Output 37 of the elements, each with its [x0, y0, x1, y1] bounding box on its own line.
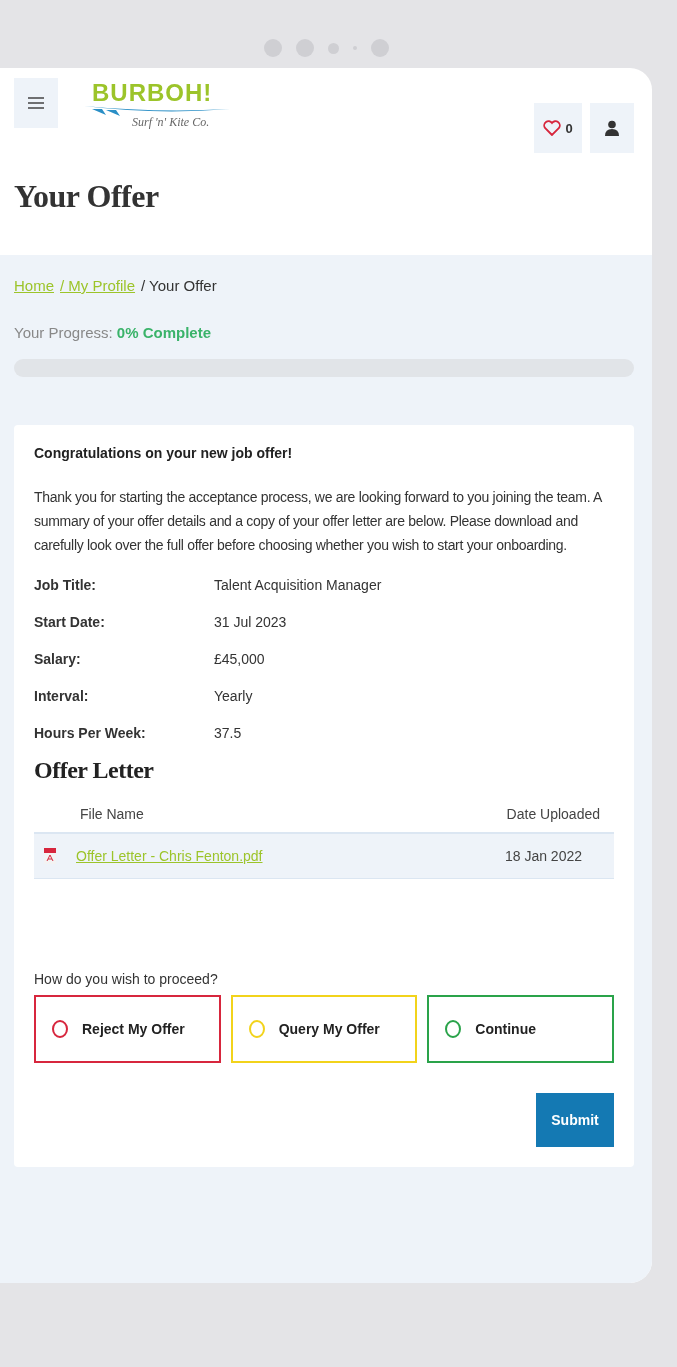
intro-paragraph: Thank you for starting the acceptance process, we are looking forward to you joining the team. A summary of your offer details and a copy of your offer letter are below. Please download and carefully look over the full offer before choosing whether you wish to start your onboarding.	[34, 488, 603, 555]
heart-icon	[543, 120, 562, 136]
detail-value: 37.5	[214, 725, 243, 741]
radio-icon	[52, 1020, 68, 1038]
detail-label: Interval:	[34, 688, 90, 704]
menu-icon	[28, 97, 44, 109]
option-button[interactable]: Reject My Offer	[34, 995, 221, 1063]
page-title: Your Offer	[13, 178, 160, 216]
card-heading: Congratulations on your new job offer!	[34, 445, 294, 461]
detail-value: £45,000	[214, 651, 266, 667]
column-header: File Name	[80, 806, 144, 822]
detail-label: Salary:	[34, 651, 82, 667]
radio-icon	[445, 1020, 462, 1038]
radio-icon	[248, 1020, 265, 1038]
option-button[interactable]: Continue	[427, 995, 614, 1063]
detail-label: Start Date:	[34, 614, 106, 630]
pdf-file-icon	[44, 848, 56, 864]
table-cell: 18 Jan 2022	[504, 848, 582, 864]
section-heading: Offer Letter	[34, 757, 155, 784]
column-header: Date Uploaded	[506, 806, 600, 822]
submit-button[interactable]: Submit	[536, 1093, 614, 1147]
detail-value: Talent Acquisition Manager	[214, 577, 383, 593]
detail-label: Hours Per Week:	[34, 725, 147, 741]
question-label: How do you wish to proceed?	[34, 971, 219, 987]
progress-value: 0% Complete	[116, 324, 212, 341]
detail-value: Yearly	[214, 688, 254, 704]
logo-tagline: Surf 'n' Kite Co.	[131, 115, 211, 130]
logo-wordmark: BURBOH!	[91, 80, 214, 106]
progress-label: Your Progress:	[14, 324, 113, 341]
detail-label: Job Title:	[34, 577, 97, 593]
favourites-button[interactable]: 0	[534, 103, 582, 153]
account-button[interactable]	[590, 103, 634, 153]
menu-button[interactable]	[14, 78, 58, 128]
option-button[interactable]: Query My Offer	[230, 995, 418, 1063]
breadcrumb-current: / Your Offer	[141, 277, 217, 294]
user-icon	[605, 120, 619, 136]
detail-value: 31 Jul 2023	[214, 614, 288, 630]
